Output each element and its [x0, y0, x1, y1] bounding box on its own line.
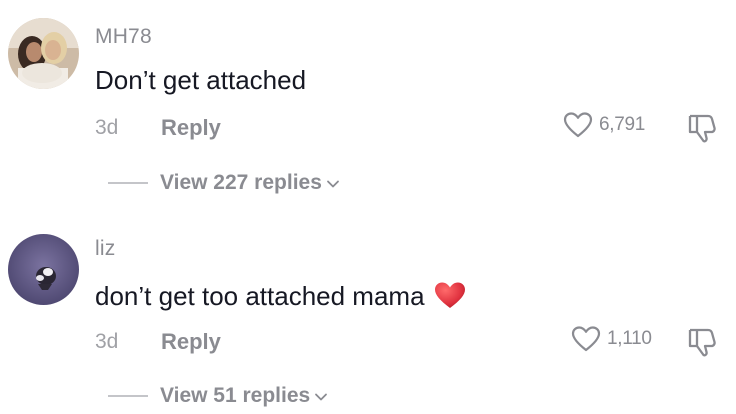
- heart-outline-icon: [563, 112, 593, 138]
- username[interactable]: liz: [95, 237, 115, 261]
- avatar[interactable]: [8, 18, 79, 89]
- heart-outline-icon: [571, 326, 601, 352]
- dislike-button[interactable]: [686, 112, 720, 144]
- dislike-button[interactable]: [686, 326, 720, 358]
- red-heart-icon: [433, 280, 467, 317]
- timestamp: 3d: [95, 116, 119, 139]
- reply-button[interactable]: Reply: [161, 329, 221, 355]
- view-replies-button[interactable]: View 51 replies: [108, 384, 328, 408]
- reply-button[interactable]: Reply: [161, 115, 221, 141]
- thumbs-down-icon: [688, 114, 716, 143]
- chevron-down-icon: [315, 393, 328, 401]
- like-button[interactable]: 6,791: [563, 111, 645, 139]
- divider: [108, 395, 148, 397]
- like-button[interactable]: 1,110: [571, 325, 652, 353]
- like-count: 6,791: [599, 114, 646, 135]
- bird-photo-avatar-icon: [8, 234, 79, 305]
- comment-item: MH78 Don’t get attached 3d Reply 6,791 V…: [0, 0, 736, 207]
- couple-photo-avatar-icon: [8, 18, 79, 89]
- comment-text-content: don’t get too attached mama: [95, 281, 425, 311]
- chevron-down-icon: [326, 180, 339, 188]
- comment-text: don’t get too attached mama: [95, 280, 467, 317]
- thumbs-down-icon: [688, 328, 716, 357]
- view-replies-label: View 227 replies: [160, 171, 322, 194]
- avatar[interactable]: [8, 234, 79, 305]
- username[interactable]: MH78: [95, 25, 152, 49]
- view-replies-label: View 51 replies: [160, 384, 311, 407]
- divider: [108, 182, 148, 184]
- comment-item: liz don’t get too attached mama 3d Reply…: [0, 214, 736, 414]
- comment-text: Don’t get attached: [95, 65, 307, 95]
- view-replies-button[interactable]: View 227 replies: [108, 171, 340, 195]
- like-count: 1,110: [607, 328, 652, 349]
- timestamp: 3d: [95, 330, 119, 353]
